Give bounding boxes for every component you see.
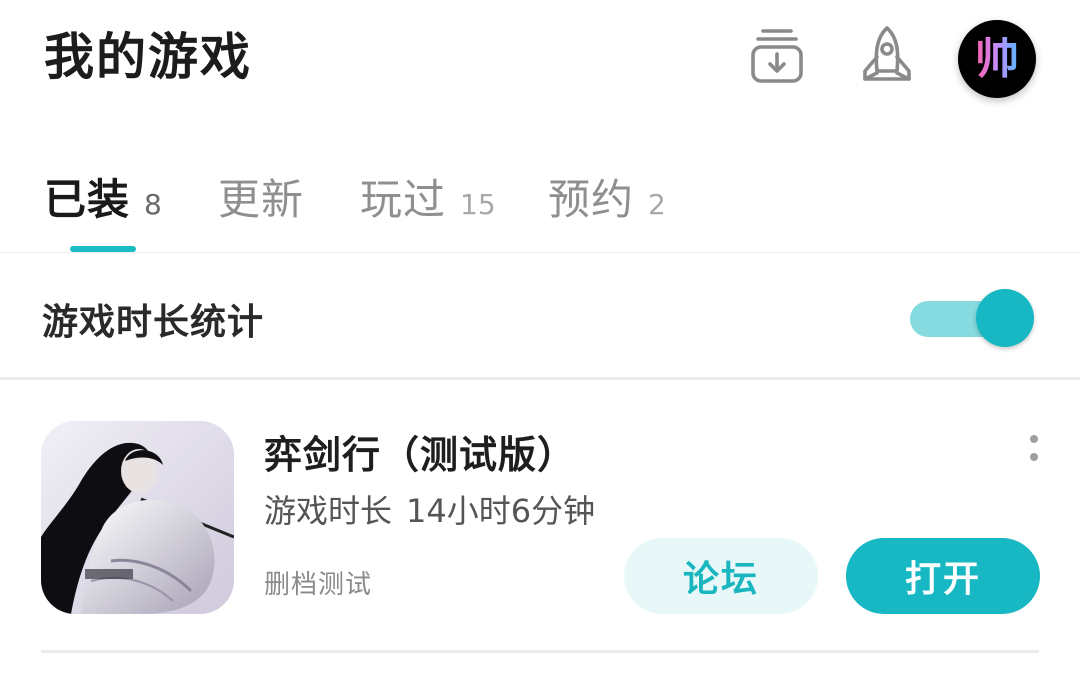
header: 我的游戏 帅 [0, 0, 1080, 120]
toggle-knob [976, 289, 1034, 347]
tab-count: 2 [648, 188, 666, 221]
tab-count: 8 [144, 188, 162, 221]
game-playtime: 游戏时长 14小时6分钟 [264, 486, 595, 532]
tab-updates[interactable]: 更新 [218, 166, 304, 227]
playtime-stats-row: 游戏时长统计 [0, 253, 1080, 377]
avatar-text: 帅 [975, 33, 1019, 84]
dot [1030, 435, 1038, 443]
tab-count: 15 [460, 188, 496, 221]
dot [1030, 453, 1038, 461]
tab-installed[interactable]: 已装 8 [44, 166, 162, 227]
tab-label: 已装 [44, 175, 131, 224]
tab-played[interactable]: 玩过 15 [360, 166, 496, 227]
tab-label: 更新 [218, 175, 305, 224]
open-button[interactable]: 打开 [846, 538, 1040, 614]
playtime-stats-toggle[interactable] [910, 287, 1036, 349]
tab-label: 预约 [548, 175, 635, 224]
more-options-icon[interactable] [1014, 428, 1054, 468]
tab-bar: 已装 8 更新 玩过 15 预约 2 [0, 150, 1080, 252]
playtime-stats-label: 游戏时长统计 [42, 302, 265, 343]
page-title: 我的游戏 [44, 28, 252, 86]
game-list-item: 弈剑行（测试版） 游戏时长 14小时6分钟 删档测试 论坛 打开 [0, 380, 1080, 685]
rocket-icon[interactable] [852, 20, 922, 90]
forum-button[interactable]: 论坛 [624, 538, 818, 614]
game-title[interactable]: 弈剑行（测试版） [264, 424, 576, 479]
list-divider [41, 650, 1039, 653]
download-icon[interactable] [742, 20, 812, 90]
playtime-label: 游戏时长 [264, 492, 393, 530]
tab-label: 玩过 [360, 175, 447, 224]
playtime-value: 14小时6分钟 [406, 492, 596, 530]
tab-reserved[interactable]: 预约 2 [548, 166, 666, 227]
game-tag: 删档测试 [264, 570, 373, 600]
avatar[interactable]: 帅 [958, 20, 1036, 98]
game-icon[interactable] [41, 421, 234, 614]
